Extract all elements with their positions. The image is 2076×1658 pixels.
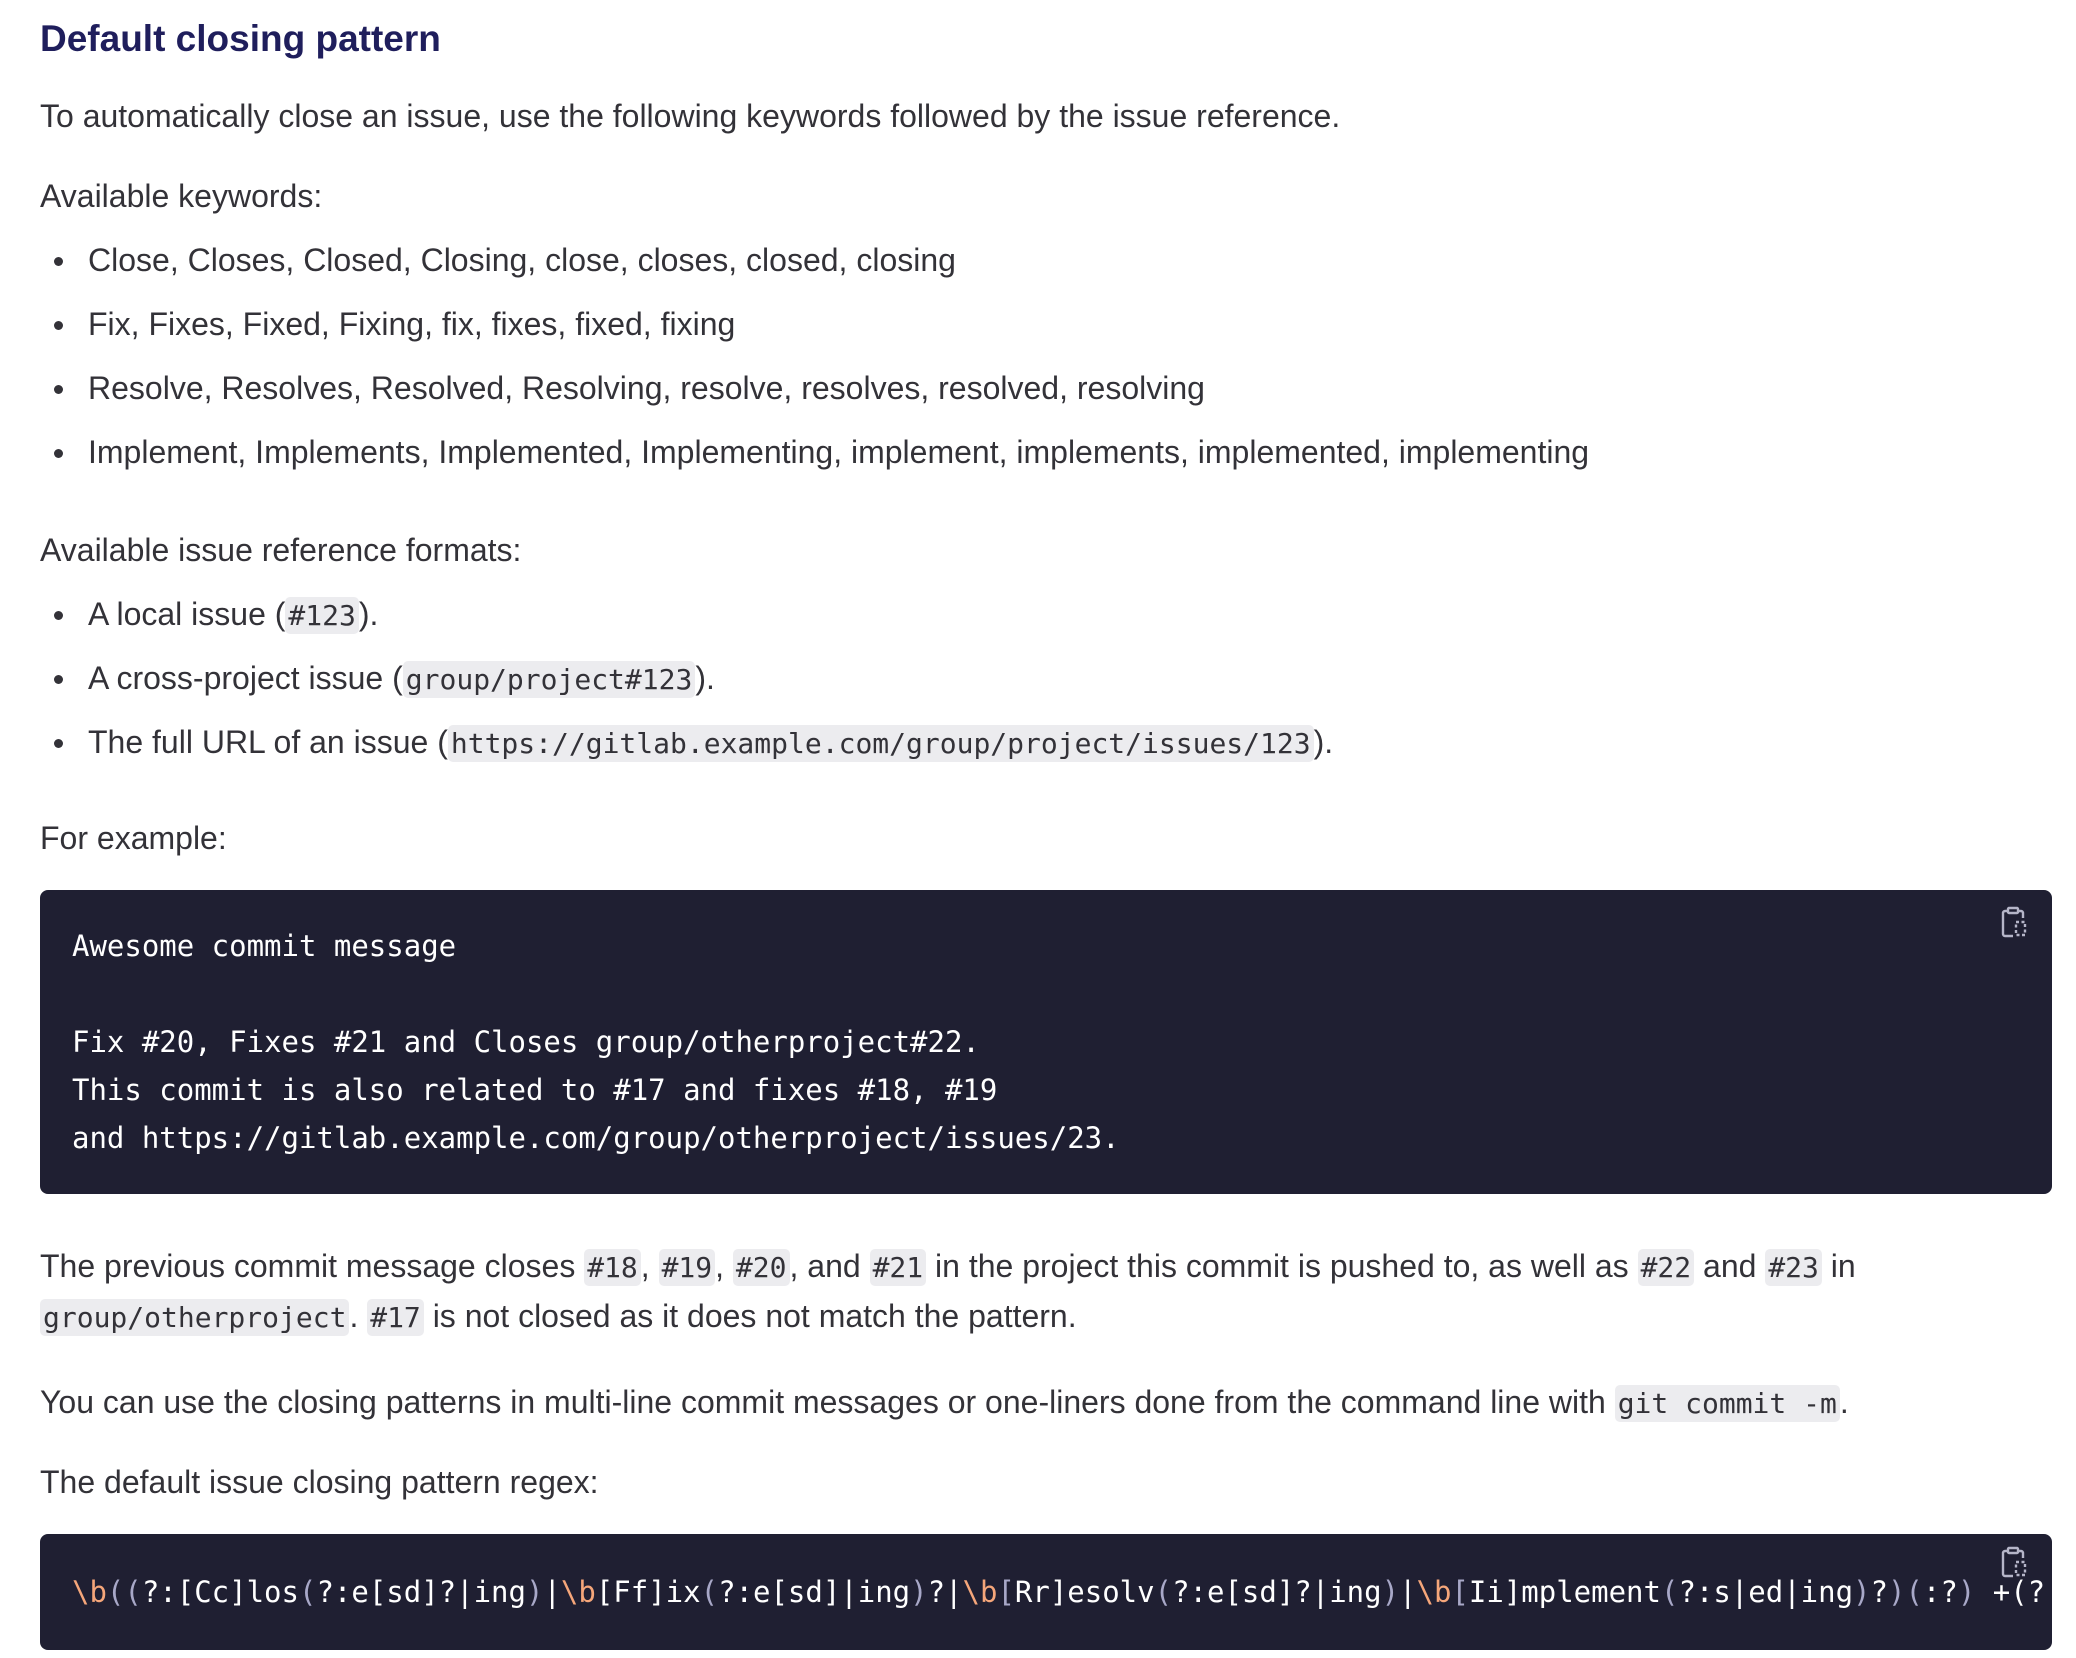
copy-to-clipboard-icon — [2001, 1546, 2027, 1578]
regex-token: )( — [1887, 1575, 1923, 1609]
formats-list: A local issue (#123). A cross-project is… — [40, 590, 1333, 782]
regex-token: ?| — [927, 1575, 963, 1609]
regex-token: ? — [1870, 1575, 1888, 1609]
regex-token: +(?: — [1992, 1575, 2052, 1609]
regex-token: | — [1399, 1575, 1417, 1609]
regex-token: ?:[Cc]los — [141, 1575, 299, 1609]
keyword-item: Resolve, Resolves, Resolved, Resolving, … — [40, 364, 1589, 428]
regex-label: The default issue closing pattern regex: — [40, 1464, 599, 1500]
regex-token: ) — [525, 1575, 544, 1609]
copy-button[interactable] — [1998, 1544, 2030, 1580]
regex-token: ) — [1853, 1575, 1871, 1609]
docs-page: Default closing pattern To automatically… — [0, 0, 2076, 1658]
format-item: A local issue (#123). — [40, 590, 1333, 654]
keyword-item: Close, Closes, Closed, Closing, close, c… — [40, 236, 1589, 300]
formats-label: Available issue reference formats: — [40, 532, 522, 568]
regex-token: Ii]mplement — [1468, 1575, 1661, 1609]
keywords-list: Close, Closes, Closed, Closing, close, c… — [40, 236, 1589, 492]
format-item: A cross-project issue (group/project#123… — [40, 654, 1333, 718]
regex-token: ( — [298, 1575, 317, 1609]
regex-code: \b((?:[Cc]los(?:e[sd]?|ing)|\b[Ff]ix(?:e… — [40, 1534, 2052, 1616]
keyword-item: Implement, Implements, Implemented, Impl… — [40, 428, 1589, 492]
regex-token: | — [543, 1575, 561, 1609]
regex-token: \b — [72, 1575, 107, 1609]
regex-token: [Ff]ix — [595, 1575, 701, 1609]
inline-code: #19 — [658, 1249, 716, 1286]
regex-token: ?:e[sd]?|ing — [1172, 1575, 1382, 1609]
inline-code: #20 — [732, 1249, 790, 1286]
inline-code: group/otherproject — [40, 1299, 350, 1336]
regex-token: [ — [997, 1575, 1015, 1609]
regex-token: :? — [1922, 1575, 1958, 1609]
regex-token: \b — [1416, 1575, 1452, 1609]
regex-token: ( — [1154, 1575, 1173, 1609]
explanation-paragraph: The previous commit message closes #18, … — [40, 1248, 1856, 1336]
example-label: For example: — [40, 820, 227, 856]
regex-token: ) — [910, 1575, 928, 1609]
regex-token: ) — [1381, 1575, 1400, 1609]
regex-token: Rr]esolv — [1014, 1575, 1155, 1609]
example-code-block: Awesome commit message Fix #20, Fixes #2… — [40, 890, 2052, 1194]
example-code: Awesome commit message Fix #20, Fixes #2… — [72, 929, 1120, 1155]
inline-code: #17 — [367, 1299, 424, 1336]
format-item: The full URL of an issue (https://gitlab… — [40, 718, 1333, 782]
inline-code: #18 — [584, 1249, 641, 1286]
oneliner-paragraph: You can use the closing patterns in mult… — [40, 1384, 1849, 1422]
copy-button[interactable] — [1998, 904, 2030, 940]
section-heading: Default closing pattern — [40, 18, 441, 59]
inline-code: #23 — [1765, 1249, 1822, 1286]
inline-code: #123 — [285, 597, 359, 634]
intro-paragraph: To automatically close an issue, use the… — [40, 98, 1341, 134]
regex-token: ( — [1660, 1575, 1679, 1609]
regex-token: ?:s|ed|ing — [1678, 1575, 1854, 1609]
regex-code-block: \b((?:[Cc]los(?:e[sd]?|ing)|\b[Ff]ix(?:e… — [40, 1534, 2052, 1650]
regex-token: (( — [106, 1575, 142, 1609]
copy-to-clipboard-icon — [2001, 906, 2027, 938]
regex-token: ( — [700, 1575, 719, 1609]
inline-code: #22 — [1637, 1249, 1695, 1286]
regex-token: \b — [560, 1575, 596, 1609]
inline-code: git commit -m — [1614, 1385, 1840, 1422]
inline-code: group/project#123 — [402, 661, 696, 698]
regex-token: [ — [1451, 1575, 1469, 1609]
regex-token: \b — [962, 1575, 998, 1609]
inline-code: https://gitlab.example.com/group/project… — [447, 725, 1314, 762]
inline-code: #21 — [869, 1249, 927, 1286]
regex-token: ?:e[sd]?|ing — [316, 1575, 526, 1609]
keywords-label: Available keywords: — [40, 178, 323, 214]
keyword-item: Fix, Fixes, Fixed, Fixing, fix, fixes, f… — [40, 300, 1589, 364]
regex-token: ?:e[sd]|ing — [718, 1575, 911, 1609]
regex-token: ) — [1957, 1575, 1976, 1609]
